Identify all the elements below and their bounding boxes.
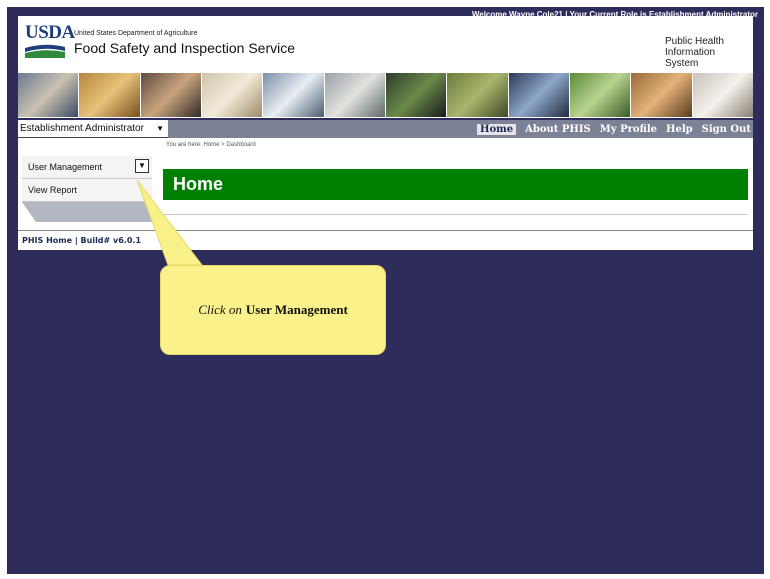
banner-photo [447,73,509,117]
banner-photo [201,73,264,117]
site-header: USDA United States Department of Agricul… [18,16,753,118]
nav-about-phis[interactable]: About PHIS [525,124,591,135]
system-name-line1: Public Health [665,36,724,47]
role-select-value: Establishment Administrator [20,123,144,134]
page-title: Home [163,169,748,200]
role-select[interactable]: Establishment Administrator ▼ [18,120,168,138]
usda-logo: USDA [25,22,75,58]
photo-banner [18,73,753,117]
banner-photo [385,73,448,117]
banner-photo [140,73,202,117]
department-name: United States Department of Agriculture [74,30,198,37]
nav-help[interactable]: Help [666,124,693,135]
main-content: User Management ▼ View Report You are he… [18,138,753,238]
footer-links[interactable]: PHIS Home | Build# v6.0.1 [22,236,141,245]
usda-swoosh-icon [25,44,65,58]
instruction-callout: Click on User Management [160,265,386,355]
callout-prefix: Click on [198,302,242,317]
top-navbar: Establishment Administrator ▼ Home About… [18,120,753,138]
dropdown-arrow-icon: ▼ [156,124,164,133]
callout-pointer [136,179,204,266]
sidebar-item-label: User Management [28,162,103,172]
breadcrumb: You are here: Home > Dashboard [166,142,256,148]
system-name-line2: Information System [665,47,716,69]
divider [18,230,753,231]
nav-links: Home About PHIS My Profile Help Sign Out [468,120,751,138]
banner-photo [569,73,632,117]
callout-text: Click on User Management [161,266,385,354]
nav-my-profile[interactable]: My Profile [600,124,657,135]
nav-home[interactable]: Home [477,123,517,135]
banner-photo [631,73,693,117]
nav-sign-out[interactable]: Sign Out [702,124,751,135]
banner-photo [18,73,80,117]
banner-photo [508,73,570,117]
agency-name: Food Safety and Inspection Service [74,40,296,56]
system-name: Public Health Information System [665,36,745,69]
sidebar-item-label: View Report [28,185,77,195]
callout-target: User Management [245,302,348,317]
page-footer: PHIS Home | Build# v6.0.1 [18,232,753,250]
divider [163,214,748,215]
usda-logo-text: USDA [25,22,75,43]
banner-photo [79,73,141,117]
banner-photo [692,73,753,117]
banner-photo [324,73,386,117]
expand-toggle-icon[interactable]: ▼ [135,159,149,173]
banner-photo [263,73,325,117]
